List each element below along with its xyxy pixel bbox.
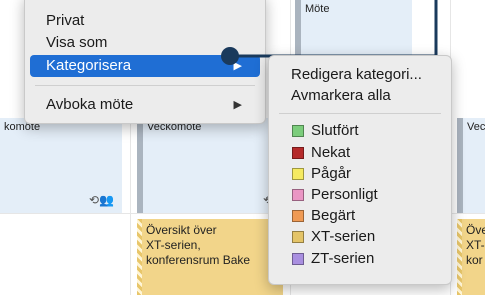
event-line: kor — [466, 253, 483, 267]
tentative-stripe — [137, 219, 142, 295]
clear-all-label: Avmarkera alla — [291, 87, 391, 104]
category-item-slutfort[interactable]: Slutfört — [275, 120, 445, 142]
event-line: Över — [466, 223, 485, 237]
category-label: ZT-serien — [311, 250, 375, 267]
calendar-event-xt-serien-right[interactable]: Över XT- kor — [457, 219, 485, 295]
menu-item-privat[interactable]: Privat — [30, 10, 260, 32]
category-color-swatch — [292, 253, 304, 265]
event-line: konferensrum Bake — [146, 253, 251, 267]
event-title: Vec — [467, 121, 485, 133]
category-label: Slutfört — [311, 122, 359, 139]
calendar-event-xt-serien[interactable]: Översikt över XT-serien, konferensrum Ba… — [137, 219, 283, 295]
category-color-swatch — [292, 210, 304, 222]
context-menu: Privat Visa som Kategorisera ▶ Avboka mö… — [24, 0, 266, 124]
calendar-event-mote[interactable]: Möte — [295, 0, 412, 60]
menu-item-avboka-mote[interactable]: Avboka möte ▶ — [30, 94, 260, 116]
menu-separator — [279, 113, 441, 114]
category-color-swatch — [292, 125, 304, 137]
calendar-event-veckomote-right[interactable]: Vec — [457, 118, 485, 213]
menu-separator — [35, 85, 255, 86]
category-color-swatch — [292, 189, 304, 201]
calendar-event-veckomote-left[interactable]: komöte ⟲👥 — [0, 118, 122, 213]
event-title: Möte — [305, 3, 330, 15]
category-item-begart[interactable]: Begärt — [275, 205, 445, 227]
event-line: XT-serien, — [146, 238, 201, 252]
event-line: Översikt över — [146, 223, 217, 237]
edit-categories-item[interactable]: Redigera kategori... — [275, 64, 445, 86]
clear-all-item[interactable]: Avmarkera alla — [275, 85, 445, 107]
category-label: XT-serien — [311, 228, 376, 245]
chevron-right-icon: ▶ — [233, 60, 242, 72]
category-item-personligt[interactable]: Personligt — [275, 184, 445, 206]
menu-item-visa-som[interactable]: Visa som — [30, 32, 260, 54]
category-label: Begärt — [311, 207, 356, 224]
category-color-swatch — [292, 168, 304, 180]
category-item-xt-serien[interactable]: XT-serien — [275, 226, 445, 248]
chevron-right-icon: ▶ — [233, 99, 242, 111]
event-text: Översikt över XT-serien, konferensrum Ba… — [137, 219, 283, 268]
edit-categories-label: Redigera kategori... — [291, 66, 422, 83]
category-color-swatch — [292, 147, 304, 159]
calendar-event-veckomote[interactable]: Veckomöte ⟲ — [137, 118, 283, 213]
menu-item-label: Kategorisera — [46, 57, 132, 74]
tentative-stripe — [457, 219, 462, 295]
event-line: XT- — [466, 238, 485, 252]
category-item-zt-serien[interactable]: ZT-serien — [275, 248, 445, 270]
menu-item-label: Avboka möte — [46, 96, 134, 113]
category-label: Nekat — [311, 144, 351, 161]
category-item-nekat[interactable]: Nekat — [275, 142, 445, 164]
category-label: Personligt — [311, 186, 378, 203]
category-color-swatch — [292, 231, 304, 243]
menu-item-label: Visa som — [46, 34, 108, 51]
menu-item-kategorisera[interactable]: Kategorisera ▶ — [30, 55, 260, 77]
categorize-submenu: Redigera kategori... Avmarkera alla Slut… — [268, 55, 452, 285]
menu-item-label: Privat — [46, 12, 85, 29]
recurring-icon: ⟲👥 — [89, 193, 114, 207]
category-label: Pågår — [311, 165, 352, 182]
category-item-pagar[interactable]: Pågår — [275, 163, 445, 185]
